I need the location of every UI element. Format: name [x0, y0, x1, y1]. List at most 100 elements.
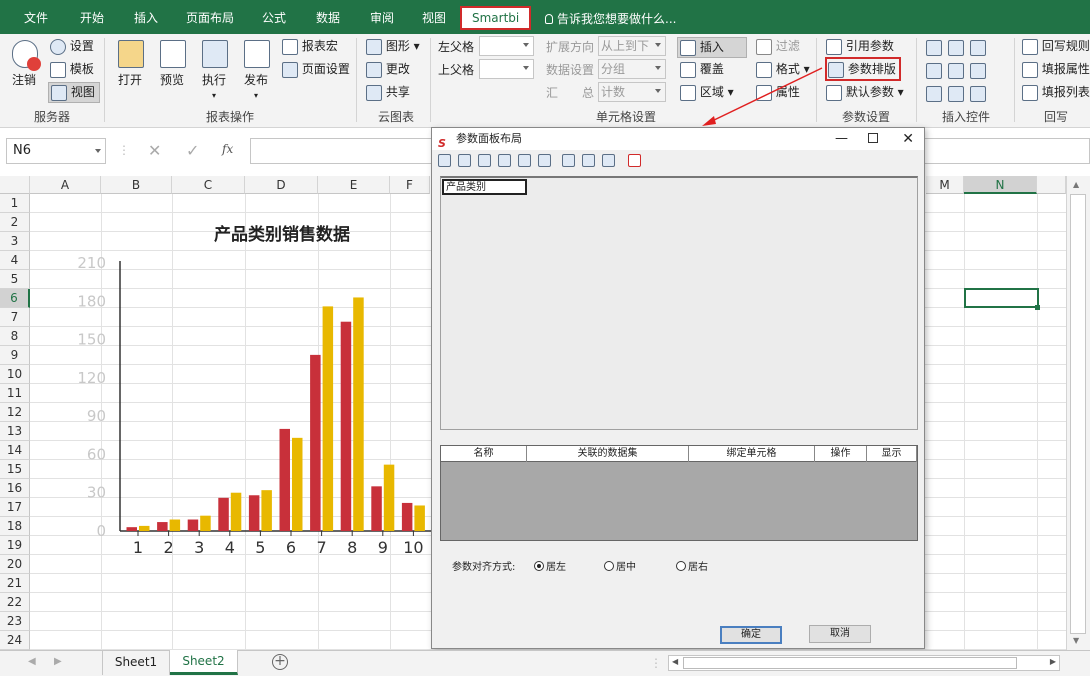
cancel-formula-icon[interactable]: ✕ — [148, 141, 161, 160]
delete-icon[interactable] — [628, 154, 641, 167]
minimize-button[interactable]: — — [835, 128, 848, 150]
list-control-icon[interactable] — [970, 40, 986, 56]
row-header-9[interactable]: 9 — [0, 346, 30, 365]
expand-direction-select[interactable]: 从上到下 — [598, 36, 666, 56]
publish-button[interactable]: 发布 ▾ — [244, 72, 268, 104]
writeback-rule-button[interactable]: 回写规则 — [1022, 38, 1090, 55]
default-param-button[interactable]: 默认参数 ▾ — [826, 84, 904, 101]
function-icon[interactable]: fx — [222, 142, 233, 156]
horizontal-scrollbar[interactable]: ◀ ▶ — [668, 655, 1060, 671]
preview-button[interactable]: 预览 — [160, 72, 184, 88]
report-macro-button[interactable]: 报表宏 — [282, 38, 338, 55]
column-header-E[interactable]: E — [318, 176, 390, 194]
sheet-tab-sheet2[interactable]: Sheet2 — [170, 650, 238, 675]
grid-control-icon[interactable] — [926, 63, 942, 79]
radio-control-icon[interactable] — [970, 63, 986, 79]
column-header-F[interactable]: F — [390, 176, 430, 194]
close-button[interactable]: ✕ — [902, 128, 914, 150]
run-button[interactable]: 执行 ▾ — [202, 72, 226, 104]
row-header-7[interactable]: 7 — [0, 308, 30, 327]
dropdown-control-icon[interactable] — [948, 40, 964, 56]
split-icon[interactable] — [498, 154, 511, 167]
insert-col-icon[interactable] — [458, 154, 471, 167]
vertical-scrollbar[interactable]: ▲ ▼ — [1066, 176, 1090, 650]
sheet-tab-sheet1[interactable]: Sheet1 — [102, 651, 170, 675]
share-button[interactable]: 共享 — [366, 84, 410, 101]
top-parent-select[interactable] — [479, 59, 534, 79]
tab-3[interactable]: 页面布局 — [182, 8, 238, 28]
insert-row-icon[interactable] — [438, 154, 451, 167]
row-header-2[interactable]: 2 — [0, 213, 30, 232]
row-header-23[interactable]: 23 — [0, 612, 30, 631]
prev-sheet-icon[interactable]: ◀ — [28, 656, 36, 667]
tab-4[interactable]: 公式 — [258, 8, 290, 28]
template-button[interactable]: 模板 — [50, 61, 94, 78]
scroll-thumb[interactable] — [1070, 194, 1086, 634]
next-sheet-icon[interactable]: ▶ — [54, 656, 62, 667]
ref-param-button[interactable]: 引用参数 — [826, 38, 894, 55]
param-cell-product-category[interactable]: 产品类别 — [442, 179, 527, 195]
selected-cell-n6[interactable] — [964, 288, 1039, 308]
data-setting-select[interactable]: 分组 — [598, 59, 666, 79]
tab-7[interactable]: 视图 — [418, 8, 450, 28]
format-button[interactable]: 格式 ▾ — [756, 61, 810, 78]
tab-5[interactable]: 数据 — [312, 8, 344, 28]
align-left-icon[interactable] — [562, 154, 575, 167]
row-header-8[interactable]: 8 — [0, 327, 30, 346]
row-header-18[interactable]: 18 — [0, 517, 30, 536]
row-header-4[interactable]: 4 — [0, 251, 30, 270]
row-header-21[interactable]: 21 — [0, 574, 30, 593]
region-button[interactable]: 区域 ▾ — [680, 84, 734, 101]
graph-button[interactable]: 图形 ▾ — [366, 38, 420, 55]
checkbox-control-icon[interactable] — [926, 86, 942, 102]
tab-1[interactable]: 开始 — [76, 8, 108, 28]
tab-2[interactable]: 插入 — [130, 8, 162, 28]
param-layout-button[interactable]: 参数排版 — [828, 61, 896, 78]
row-header-3[interactable]: 3 — [0, 232, 30, 251]
row-header-17[interactable]: 17 — [0, 498, 30, 517]
logout-button[interactable]: 注销 — [12, 72, 36, 88]
ok-button[interactable]: 确定 — [720, 626, 782, 644]
h-scroll-thumb[interactable] — [683, 657, 1017, 669]
cover-button[interactable]: 覆盖 — [680, 61, 724, 78]
row-header-10[interactable]: 10 — [0, 365, 30, 384]
maximize-button[interactable] — [868, 133, 878, 143]
row-header-6[interactable]: 6 — [0, 289, 30, 308]
left-parent-select[interactable] — [479, 36, 534, 56]
column-header-N[interactable]: N — [964, 176, 1037, 194]
row-header-1[interactable]: 1 — [0, 194, 30, 213]
layout-canvas[interactable]: 产品类别 — [440, 176, 918, 430]
merge-icon[interactable] — [478, 154, 491, 167]
column-header-D[interactable]: D — [245, 176, 318, 194]
column-header-B[interactable]: B — [101, 176, 172, 194]
open-button[interactable]: 打开 — [118, 72, 142, 88]
fill-list-button[interactable]: 填报列表 — [1022, 84, 1090, 101]
summary-select[interactable]: 计数 — [598, 82, 666, 102]
row-header-24[interactable]: 24 — [0, 631, 30, 650]
row-header-16[interactable]: 16 — [0, 479, 30, 498]
row-header-11[interactable]: 11 — [0, 384, 30, 403]
row-header-13[interactable]: 13 — [0, 422, 30, 441]
image-control-icon[interactable] — [970, 86, 986, 102]
column-header-M[interactable]: M — [926, 176, 964, 194]
column-header-A[interactable]: A — [30, 176, 101, 194]
fill-property-button[interactable]: 填报属性 — [1022, 61, 1090, 78]
tab-6[interactable]: 审阅 — [366, 8, 398, 28]
column-header-C[interactable]: C — [172, 176, 245, 194]
row-header-19[interactable]: 19 — [0, 536, 30, 555]
filter-button[interactable]: 过滤 — [756, 38, 800, 55]
view-button[interactable]: 视图 — [48, 82, 100, 103]
settings-button[interactable]: 设置 — [50, 38, 94, 55]
tree-icon[interactable] — [538, 154, 551, 167]
change-button[interactable]: 更改 — [366, 61, 410, 78]
align-radio-2[interactable]: 居右 — [676, 558, 708, 573]
edit-control-icon[interactable] — [948, 86, 964, 102]
fill-handle[interactable] — [1035, 305, 1040, 310]
insert-button[interactable]: 插入 — [677, 37, 747, 58]
cancel-button[interactable]: 取消 — [809, 625, 871, 643]
textbox-control-icon[interactable] — [926, 40, 942, 56]
tell-me-search[interactable]: 告诉我您想要做什么... — [545, 10, 676, 27]
page-setup-button[interactable]: 页面设置 — [282, 61, 350, 78]
align-radio-1[interactable]: 居中 — [604, 558, 636, 573]
select-all-corner[interactable] — [0, 176, 30, 194]
